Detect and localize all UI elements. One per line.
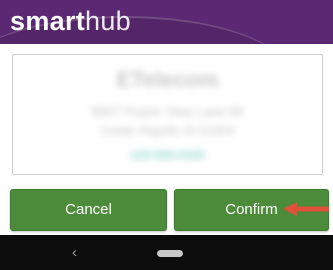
smarthub-logo: smarthub [10, 4, 131, 38]
biller-info-card: ETelecom 8807 Prairie View Lane 89 Cedar… [12, 54, 323, 175]
biller-address-line1: 8807 Prairie View Lane 89 [91, 104, 244, 119]
app-header: smarthub [0, 0, 333, 44]
home-pill-icon[interactable] [157, 250, 183, 257]
biller-info-content: ETelecom 8807 Prairie View Lane 89 Cedar… [13, 55, 322, 174]
back-icon[interactable]: ‹ [72, 244, 77, 261]
pointer-arrow-icon [283, 202, 329, 216]
cancel-button[interactable]: Cancel [10, 189, 167, 231]
biller-link[interactable]: 123-555-0100 [13, 148, 322, 162]
android-nav-bar: ‹ [0, 235, 333, 270]
biller-address-line2: Cedar Rapids IA 52404 [100, 123, 235, 138]
logo-text-smart: smart [10, 6, 86, 36]
biller-name: ETelecom [116, 67, 219, 92]
logo-text-hub: hub [85, 6, 131, 36]
